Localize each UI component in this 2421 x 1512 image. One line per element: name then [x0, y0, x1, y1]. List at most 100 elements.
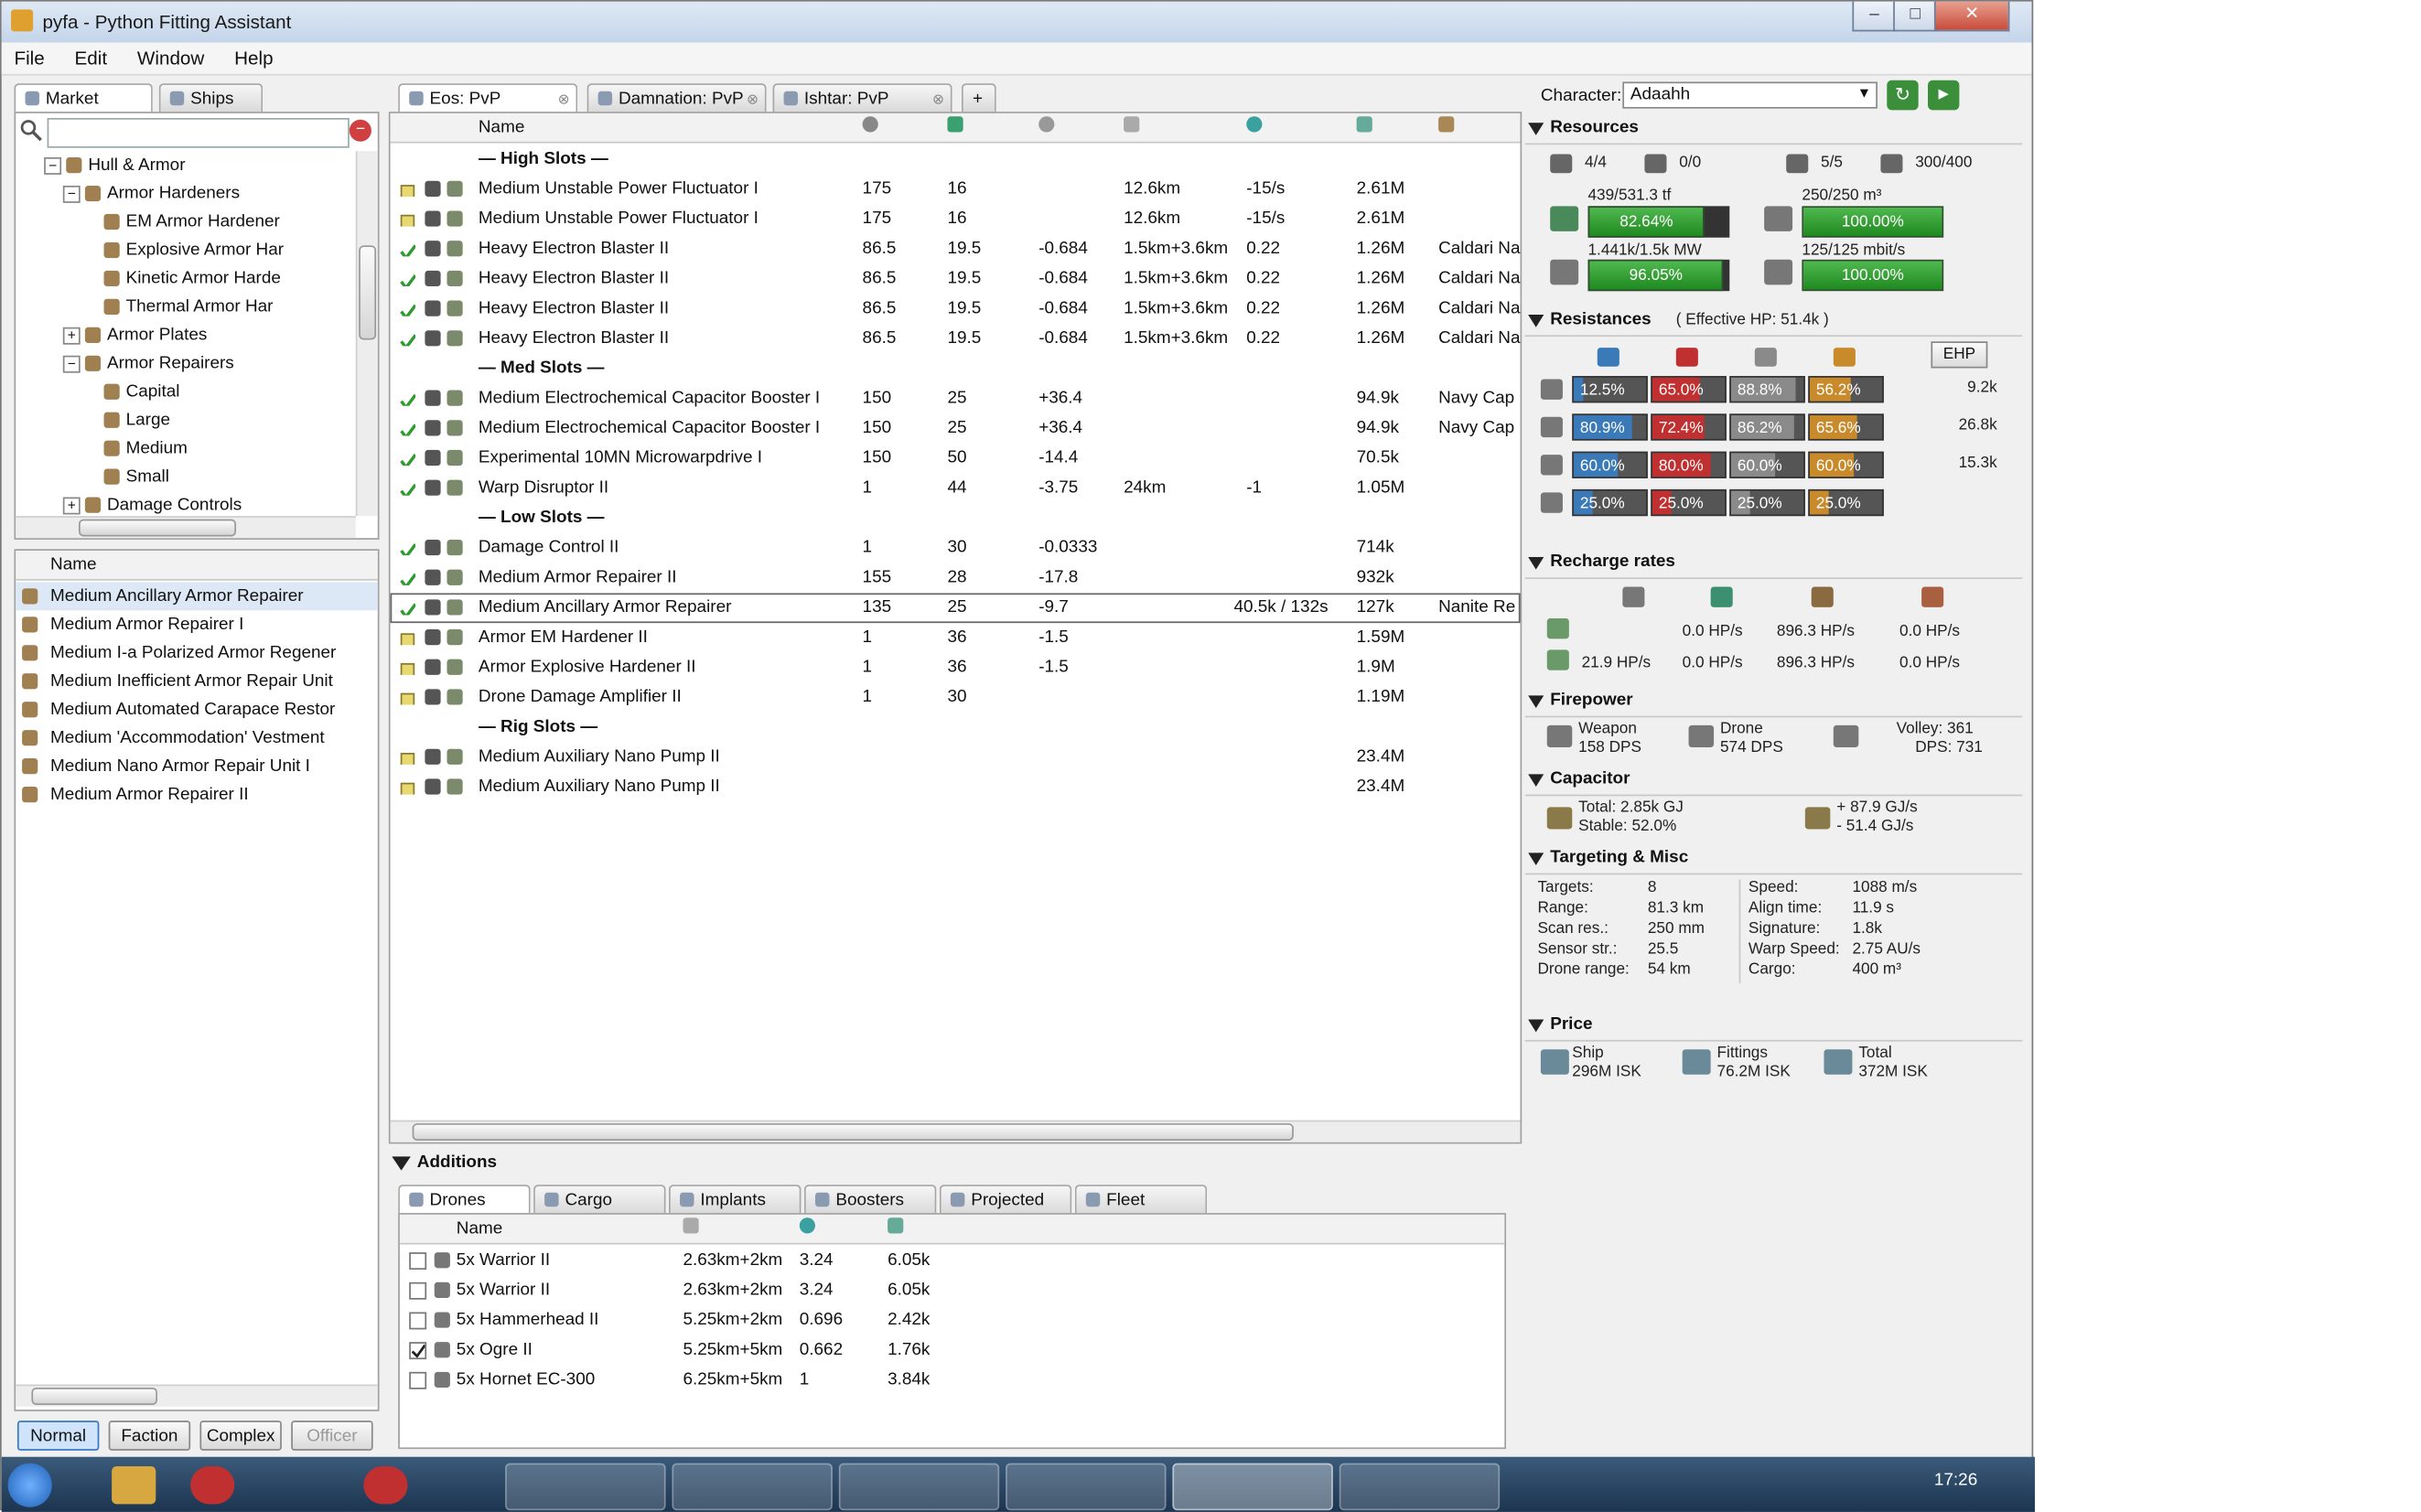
active-state-icon[interactable]	[400, 599, 416, 616]
active-state-icon[interactable]	[400, 271, 416, 287]
active-state-icon[interactable]	[400, 301, 416, 316]
explorer-icon[interactable]	[112, 1466, 156, 1505]
collapse-icon[interactable]	[1528, 853, 1544, 866]
module-row[interactable]: Experimental 10MN Microwarpdrive I 150 50 -…	[391, 444, 1521, 474]
fit-tab[interactable]: Damnation: PvP ⊗	[586, 83, 767, 113]
clear-search-icon[interactable]: −	[349, 119, 371, 142]
module-row[interactable]: Medium Auxiliary Nano Pump II 23.4M	[391, 773, 1521, 803]
close-tab-icon[interactable]: ⊗	[932, 85, 944, 113]
tree-node[interactable]: − Hull & Armor	[16, 151, 356, 179]
module-row[interactable]: Damage Control II 1 30 -0.0333 714k	[391, 533, 1521, 563]
tree-node[interactable]: + Damage Controls	[16, 491, 356, 520]
collapse-icon[interactable]	[1528, 123, 1544, 136]
list-item[interactable]: Medium Inefficient Armor Repair Unit	[16, 667, 378, 695]
meta-filter-faction[interactable]: Faction	[108, 1421, 191, 1451]
app-icon[interactable]	[363, 1466, 408, 1505]
character-select[interactable]: Adaahh ▼	[1622, 81, 1878, 109]
additions-tab-fleet[interactable]: Fleet	[1074, 1185, 1208, 1214]
additions-tab-cargo[interactable]: Cargo	[533, 1185, 666, 1214]
tree-node[interactable]: Medium	[16, 434, 356, 463]
menu-window[interactable]: Window	[124, 42, 217, 70]
offline-state-icon[interactable]	[400, 181, 415, 197]
market-tree-scrollbar[interactable]	[355, 151, 378, 517]
bandwidth-column-icon[interactable]	[799, 1217, 815, 1237]
taskbar-app-button[interactable]	[838, 1463, 1000, 1511]
active-state-icon[interactable]	[400, 420, 416, 436]
module-row[interactable]: Drone Damage Amplifier II 1 30 1.19M	[391, 682, 1521, 713]
fit-tab[interactable]: Eos: PvP ⊗	[398, 83, 578, 113]
active-state-icon[interactable]	[400, 241, 416, 257]
additions-tab-boosters[interactable]: Boosters	[803, 1185, 937, 1214]
list-item[interactable]: Medium 'Accommodation' Vestment	[16, 724, 378, 752]
drone-active-checkbox[interactable]	[409, 1342, 427, 1360]
offline-state-icon[interactable]	[400, 659, 415, 675]
taskbar-app-button[interactable]	[1006, 1463, 1167, 1511]
expander-icon[interactable]: +	[62, 327, 81, 345]
tree-node[interactable]: + Armor Plates	[16, 321, 356, 349]
meta-filter-normal[interactable]: Normal	[16, 1421, 100, 1451]
taskbar-app-button[interactable]	[505, 1463, 666, 1511]
scroll-thumb[interactable]	[359, 245, 377, 340]
tab-market[interactable]: Market	[14, 83, 153, 113]
module-row[interactable]: Armor EM Hardener II 1 36 -1.5 1.59M	[391, 623, 1521, 653]
taskbar-app-button[interactable]	[672, 1463, 833, 1511]
taskbar-app-button[interactable]	[1339, 1463, 1501, 1511]
tree-node[interactable]: Capital	[16, 378, 356, 406]
list-item[interactable]: Medium I-a Polarized Armor Regener	[16, 638, 378, 667]
close-button[interactable]: ✕	[1933, 1, 2010, 32]
additions-tab-drones[interactable]: Drones	[398, 1185, 531, 1214]
column-header-name[interactable]: Name	[457, 1219, 502, 1239]
fit-tab[interactable]: Ishtar: PvP ⊗	[772, 83, 952, 113]
clock[interactable]: 17:26	[1934, 1471, 1977, 1490]
apply-icon[interactable]: ►	[1928, 80, 1960, 111]
active-state-icon[interactable]	[400, 570, 416, 585]
menu-file[interactable]: File	[2, 42, 58, 70]
drone-active-checkbox[interactable]	[409, 1252, 427, 1271]
list-item[interactable]: Medium Armor Repairer II	[16, 780, 378, 809]
offline-state-icon[interactable]	[400, 778, 415, 795]
expander-icon[interactable]: +	[62, 497, 81, 515]
tree-node[interactable]: Large	[16, 406, 356, 434]
tree-node[interactable]: EM Armor Hardener	[16, 208, 356, 236]
offline-state-icon[interactable]	[400, 210, 415, 227]
tree-node[interactable]: − Armor Repairers	[16, 349, 356, 378]
active-state-icon[interactable]	[400, 450, 416, 466]
module-row[interactable]: Armor Explosive Hardener II 1 36 -1.5 1.9M	[391, 653, 1521, 683]
expander-icon[interactable]: −	[62, 355, 81, 373]
module-row[interactable]: Medium Ancillary Armor Repairer 135 25 -9.7…	[390, 593, 1521, 624]
column-header-name[interactable]: Name	[479, 118, 524, 137]
tree-node[interactable]: Small	[16, 463, 356, 491]
scroll-thumb[interactable]	[79, 519, 236, 537]
tree-node[interactable]: Thermal Armor Har	[16, 293, 356, 321]
active-state-icon[interactable]	[400, 540, 416, 556]
list-item[interactable]: Medium Ancillary Armor Repairer	[16, 582, 378, 611]
additions-collapse-icon[interactable]	[392, 1156, 411, 1176]
price-column-icon[interactable]	[888, 1217, 904, 1237]
taskbar-active-app[interactable]	[1172, 1463, 1333, 1511]
drone-row[interactable]: 5x Warrior II 2.63km+2km 3.24 6.05k	[400, 1246, 1504, 1276]
module-row[interactable]: Heavy Electron Blaster II 86.5 19.5 -0.684 1…	[391, 234, 1521, 264]
menu-edit[interactable]: Edit	[62, 42, 120, 70]
meta-filter-complex[interactable]: Complex	[199, 1421, 282, 1451]
range-column-icon[interactable]	[1124, 116, 1140, 135]
module-row[interactable]: Warp Disruptor II 1 44 -3.75 24km -1 1.05M	[391, 474, 1521, 504]
ehp-button[interactable]: EHP	[1931, 341, 1988, 369]
cpu-column-icon[interactable]	[862, 116, 878, 135]
falloff-column-icon[interactable]	[1246, 116, 1263, 135]
module-row[interactable]: Medium Electrochemical Capacitor Booster…	[391, 384, 1521, 414]
drone-row[interactable]: 5x Hammerhead II 5.25km+2km 0.696 2.42k	[400, 1306, 1504, 1336]
active-state-icon[interactable]	[400, 480, 416, 496]
offline-state-icon[interactable]	[400, 629, 415, 646]
active-state-icon[interactable]	[400, 330, 416, 347]
market-search-input[interactable]	[47, 118, 350, 148]
module-row[interactable]: Medium Armor Repairer II 155 28 -17.8 932k	[391, 563, 1521, 594]
price-column-icon[interactable]	[1356, 116, 1372, 135]
menu-help[interactable]: Help	[221, 42, 285, 70]
module-row[interactable]: Medium Unstable Power Fluctuator I 175 16 1…	[391, 205, 1521, 235]
maximize-button[interactable]: □	[1893, 1, 1938, 32]
module-row[interactable]: Medium Auxiliary Nano Pump II 23.4M	[391, 743, 1521, 773]
module-row[interactable]: Heavy Electron Blaster II 86.5 19.5 -0.684 1…	[391, 324, 1521, 354]
close-tab-icon[interactable]: ⊗	[558, 85, 570, 113]
offline-state-icon[interactable]	[400, 689, 415, 705]
collapse-icon[interactable]	[1528, 1019, 1544, 1034]
